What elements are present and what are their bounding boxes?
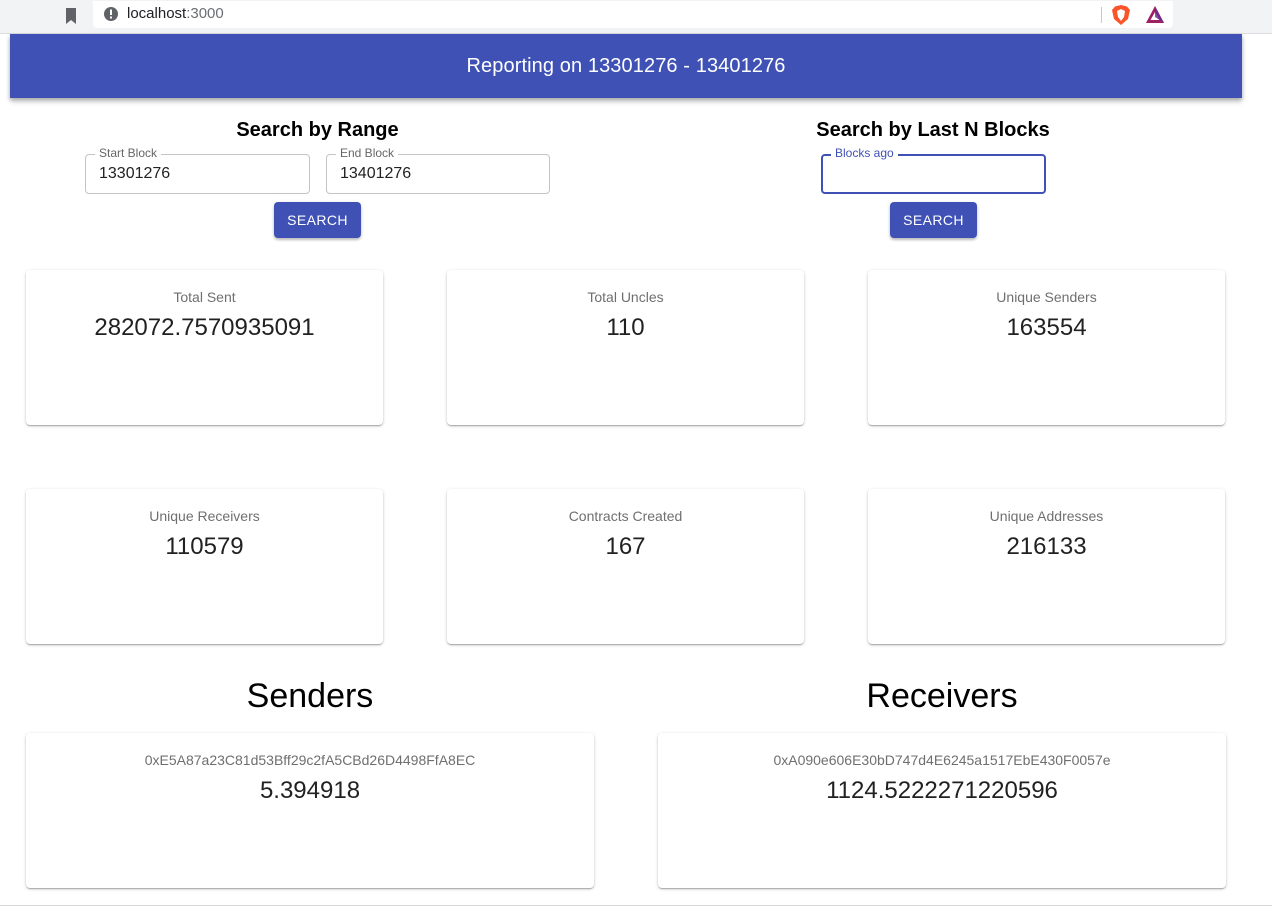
stat-value: 163554 bbox=[1006, 314, 1087, 341]
senders-heading: Senders bbox=[246, 677, 374, 715]
receiver-address: 0xA090e606E30bD747d4E6245a1517EbE430F005… bbox=[773, 752, 1111, 768]
receivers-heading: Receivers bbox=[866, 677, 1018, 715]
address-bar[interactable]: localhost:3000 bbox=[93, 1, 1173, 28]
stat-value: 110 bbox=[606, 314, 645, 341]
toolbar-divider bbox=[1101, 7, 1102, 23]
url-text[interactable]: localhost:3000 bbox=[127, 5, 224, 23]
brave-rewards-icon[interactable] bbox=[1145, 5, 1165, 24]
blocks-ago-input[interactable] bbox=[836, 166, 1036, 184]
sender-amount: 5.394918 bbox=[259, 777, 361, 804]
stat-card-unique-addresses: Unique Addresses 216133 bbox=[868, 489, 1225, 644]
start-block-input[interactable] bbox=[99, 165, 299, 183]
stat-label: Unique Senders bbox=[996, 289, 1097, 305]
sender-card: 0xE5A87a23C81d53Bff29c2fA5CBd26D4498FfA8… bbox=[26, 733, 594, 888]
start-block-label: Start Block bbox=[95, 146, 162, 160]
lastn-search-section: Search by Last N Blocks Blocks ago SEARC… bbox=[793, 116, 1073, 246]
stat-label: Total Sent bbox=[173, 289, 236, 305]
page-bottom-divider bbox=[0, 905, 1272, 906]
receiver-card: 0xA090e606E30bD747d4E6245a1517EbE430F005… bbox=[658, 733, 1226, 888]
stat-label: Unique Receivers bbox=[149, 508, 260, 524]
start-block-field[interactable]: Start Block bbox=[85, 146, 310, 194]
url-port: :3000 bbox=[186, 5, 224, 22]
url-host: localhost bbox=[127, 5, 187, 22]
stat-label: Unique Addresses bbox=[989, 508, 1104, 524]
app-bar: Reporting on 13301276 - 13401276 bbox=[10, 34, 1242, 98]
lastn-search-heading: Search by Last N Blocks bbox=[816, 119, 1050, 141]
page-title: Reporting on 13301276 - 13401276 bbox=[466, 54, 786, 77]
stat-label: Total Uncles bbox=[587, 289, 664, 305]
end-block-input[interactable] bbox=[340, 165, 540, 183]
end-block-label: End Block bbox=[336, 146, 399, 160]
blocks-ago-label: Blocks ago bbox=[831, 146, 898, 160]
stat-card-unique-receivers: Unique Receivers 110579 bbox=[26, 489, 383, 644]
stat-card-total-sent: Total Sent 282072.7570935091 bbox=[26, 270, 383, 425]
info-icon[interactable] bbox=[103, 6, 119, 22]
stat-value: 167 bbox=[605, 533, 646, 560]
range-search-button[interactable]: SEARCH bbox=[274, 202, 361, 238]
stat-label: Contracts Created bbox=[568, 508, 683, 524]
brave-shields-icon[interactable] bbox=[1111, 4, 1131, 26]
stat-value: 110579 bbox=[165, 533, 244, 560]
bookmark-icon[interactable] bbox=[64, 7, 78, 25]
browser-toolbar: localhost:3000 bbox=[0, 0, 1272, 34]
range-search-section: Search by Range Start Block End Block SE… bbox=[85, 116, 550, 246]
sender-address: 0xE5A87a23C81d53Bff29c2fA5CBd26D4498FfA8… bbox=[144, 752, 476, 768]
stat-card-total-uncles: Total Uncles 110 bbox=[447, 270, 804, 425]
blocks-ago-field[interactable]: Blocks ago bbox=[821, 146, 1046, 194]
lastn-search-button[interactable]: SEARCH bbox=[890, 202, 977, 238]
end-block-field[interactable]: End Block bbox=[326, 146, 550, 194]
receiver-amount: 1124.5222271220596 bbox=[826, 777, 1058, 804]
stat-value: 216133 bbox=[1006, 533, 1087, 560]
stat-card-contracts-created: Contracts Created 167 bbox=[447, 489, 804, 644]
stat-card-unique-senders: Unique Senders 163554 bbox=[868, 270, 1225, 425]
range-search-heading: Search by Range bbox=[236, 119, 399, 141]
stat-value: 282072.7570935091 bbox=[94, 314, 315, 341]
